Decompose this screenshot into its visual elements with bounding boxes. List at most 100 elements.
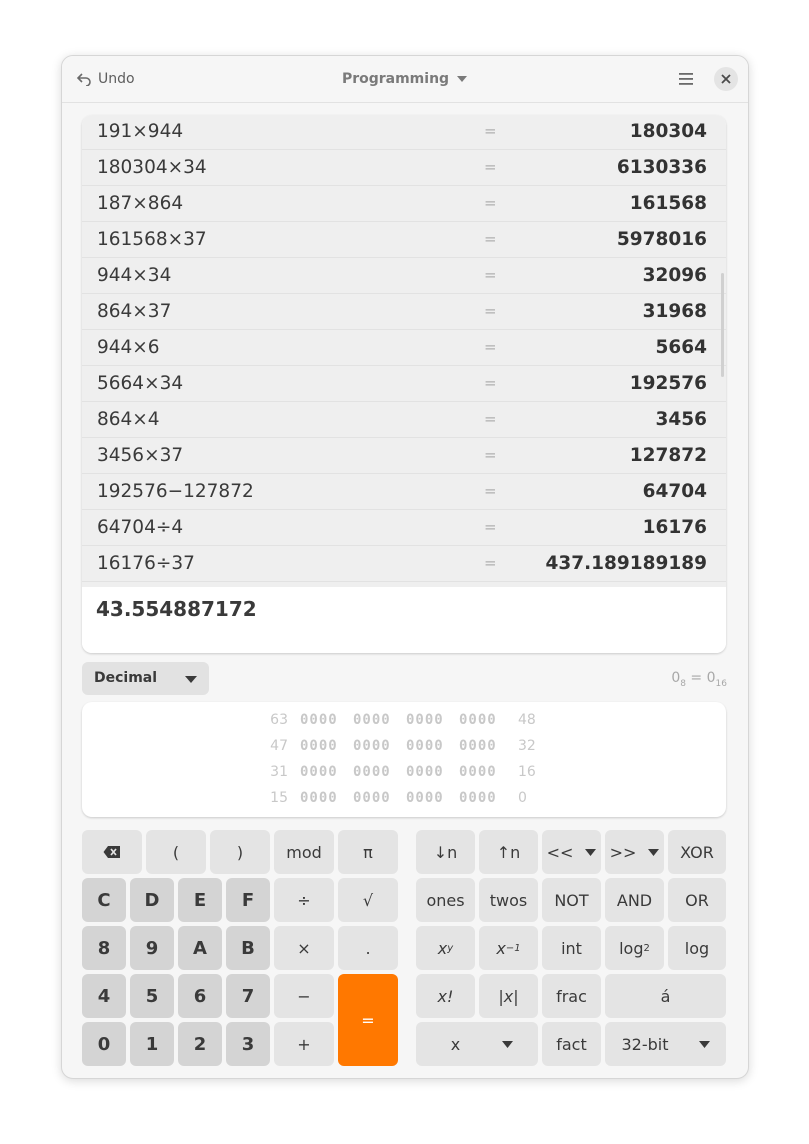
- number-base-dropdown[interactable]: Decimal: [82, 662, 209, 695]
- xor-button[interactable]: XOR: [668, 830, 726, 874]
- history-result[interactable]: 127872: [630, 445, 707, 466]
- mod-button[interactable]: mod: [274, 830, 334, 874]
- history-row[interactable]: 944×34 = 32096: [82, 258, 726, 294]
- pi-button[interactable]: π: [338, 830, 398, 874]
- history-row[interactable]: 16176÷37 = 437.189189189: [82, 546, 726, 582]
- history-expression[interactable]: 944×34: [97, 265, 171, 286]
- history-row[interactable]: 180304×34 = 6130336: [82, 150, 726, 186]
- variable-dropdown[interactable]: x: [416, 1022, 538, 1066]
- history-row[interactable]: 864×4 = 3456: [82, 402, 726, 438]
- digit-1-button[interactable]: 1: [130, 1022, 174, 1066]
- backspace-button[interactable]: [82, 830, 142, 874]
- main-menu-button[interactable]: [675, 68, 697, 90]
- history-expression[interactable]: 864×37: [97, 301, 171, 322]
- digit-9-button[interactable]: 9: [130, 926, 174, 970]
- bit-nibble[interactable]: 0000: [459, 738, 497, 754]
- digit-4-button[interactable]: 4: [82, 974, 126, 1018]
- bit-nibble[interactable]: 0000: [459, 764, 497, 780]
- digit-f-button[interactable]: F: [226, 878, 270, 922]
- and-button[interactable]: AND: [605, 878, 664, 922]
- bit-nibble[interactable]: 0000: [353, 790, 391, 806]
- bit-nibble[interactable]: 0000: [406, 712, 444, 728]
- undo-button[interactable]: Undo: [76, 68, 135, 90]
- history-expression[interactable]: 3456×37: [97, 445, 183, 466]
- history-result[interactable]: 31968: [643, 301, 707, 322]
- history-result[interactable]: 32096: [643, 265, 707, 286]
- right-paren-button[interactable]: ): [210, 830, 270, 874]
- bit-nibble[interactable]: 0000: [459, 712, 497, 728]
- history-result[interactable]: 5664: [656, 337, 708, 358]
- log-button[interactable]: log: [668, 926, 726, 970]
- bit-nibble[interactable]: 0000: [406, 764, 444, 780]
- bit-nibble[interactable]: 0000: [300, 764, 338, 780]
- history-expression[interactable]: 161568×37: [97, 229, 207, 250]
- bit-nibble[interactable]: 0000: [406, 738, 444, 754]
- history-result[interactable]: 437.189189189: [546, 553, 708, 574]
- history-expression[interactable]: 180304×34: [97, 157, 207, 178]
- history-expression[interactable]: 864×4: [97, 409, 160, 430]
- shift-up-n-button[interactable]: ↑n: [479, 830, 538, 874]
- inverse-button[interactable]: x −1: [479, 926, 538, 970]
- integer-part-button[interactable]: int: [542, 926, 601, 970]
- history-row[interactable]: 3456×37 = 127872: [82, 438, 726, 474]
- bit-nibble[interactable]: 0000: [300, 790, 338, 806]
- bit-nibble[interactable]: 0000: [406, 790, 444, 806]
- digit-c-button[interactable]: C: [82, 878, 126, 922]
- digit-d-button[interactable]: D: [130, 878, 174, 922]
- history-result[interactable]: 192576: [630, 373, 707, 394]
- insert-character-button[interactable]: á: [605, 974, 726, 1018]
- history-expression[interactable]: 187×864: [97, 193, 183, 214]
- history-result[interactable]: 16176: [643, 517, 707, 538]
- bit-nibble[interactable]: 0000: [300, 738, 338, 754]
- ones-complement-button[interactable]: ones: [416, 878, 475, 922]
- bit-nibble[interactable]: 0000: [459, 790, 497, 806]
- log2-button[interactable]: log 2: [605, 926, 664, 970]
- decimal-point-button[interactable]: .: [338, 926, 398, 970]
- mode-selector-button[interactable]: Programming: [332, 68, 478, 90]
- digit-0-button[interactable]: 0: [82, 1022, 126, 1066]
- subtract-button[interactable]: −: [274, 974, 334, 1018]
- history-scrollbar[interactable]: [721, 273, 724, 377]
- history-result[interactable]: 3456: [656, 409, 708, 430]
- shift-left-menu-button[interactable]: <<: [542, 830, 601, 874]
- square-root-button[interactable]: √: [338, 878, 398, 922]
- history-row[interactable]: 191×944 = 180304: [82, 115, 726, 150]
- bit-nibble[interactable]: 0000: [353, 738, 391, 754]
- digit-8-button[interactable]: 8: [82, 926, 126, 970]
- history-list[interactable]: 191×944 = 180304 180304×34 = 6130336 187×864 = 1…: [82, 115, 726, 587]
- twos-complement-button[interactable]: twos: [479, 878, 538, 922]
- word-size-dropdown[interactable]: 32-bit: [605, 1022, 726, 1066]
- history-row[interactable]: 161568×37 = 5978016: [82, 222, 726, 258]
- not-button[interactable]: NOT: [542, 878, 601, 922]
- absolute-value-button[interactable]: |x|: [479, 974, 538, 1018]
- history-result[interactable]: 180304: [630, 121, 707, 142]
- digit-7-button[interactable]: 7: [226, 974, 270, 1018]
- history-result[interactable]: 5978016: [617, 229, 707, 250]
- divide-button[interactable]: ÷: [274, 878, 334, 922]
- add-button[interactable]: +: [274, 1022, 334, 1066]
- bit-nibble[interactable]: 0000: [353, 764, 391, 780]
- or-button[interactable]: OR: [668, 878, 726, 922]
- power-button[interactable]: xy: [416, 926, 475, 970]
- bit-nibble[interactable]: 0000: [300, 712, 338, 728]
- shift-right-menu-button[interactable]: >>: [605, 830, 664, 874]
- digit-6-button[interactable]: 6: [178, 974, 222, 1018]
- digit-e-button[interactable]: E: [178, 878, 222, 922]
- history-result[interactable]: 64704: [643, 481, 707, 502]
- multiply-button[interactable]: ×: [274, 926, 334, 970]
- digit-a-button[interactable]: A: [178, 926, 222, 970]
- history-expression[interactable]: 16176÷37: [97, 553, 195, 574]
- history-row[interactable]: 187×864 = 161568: [82, 186, 726, 222]
- history-result[interactable]: 161568: [630, 193, 707, 214]
- equals-button[interactable]: =: [338, 974, 398, 1066]
- history-row[interactable]: 864×37 = 31968: [82, 294, 726, 330]
- history-row[interactable]: 944×6 = 5664: [82, 330, 726, 366]
- close-button[interactable]: [714, 67, 738, 91]
- history-expression[interactable]: 5664×34: [97, 373, 183, 394]
- history-expression[interactable]: 64704÷4: [97, 517, 183, 538]
- digit-b-button[interactable]: B: [226, 926, 270, 970]
- history-row[interactable]: 192576−127872 = 64704: [82, 474, 726, 510]
- digit-2-button[interactable]: 2: [178, 1022, 222, 1066]
- history-expression[interactable]: 944×6: [97, 337, 160, 358]
- factorial-x-button[interactable]: x!: [416, 974, 475, 1018]
